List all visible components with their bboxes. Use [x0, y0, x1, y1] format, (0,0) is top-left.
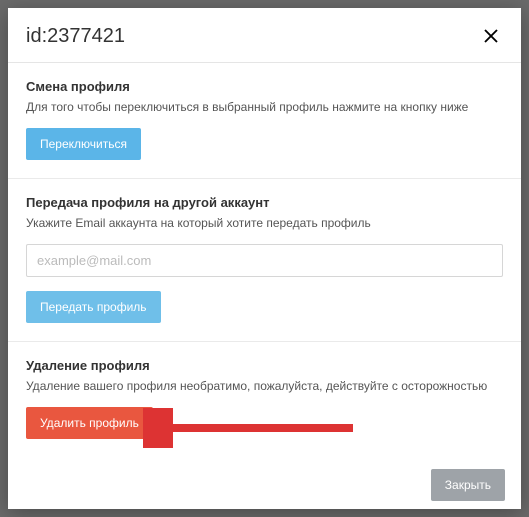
profile-modal: id:2377421 Смена профиля Для того чтобы … — [8, 8, 521, 509]
delete-button[interactable]: Удалить профиль — [26, 407, 153, 439]
modal-body: Смена профиля Для того чтобы переключить… — [8, 63, 521, 457]
transfer-profile-section: Передача профиля на другой аккаунт Укажи… — [8, 179, 521, 342]
delete-profile-section: Удаление профиля Удаление вашего профиля… — [8, 342, 521, 457]
delete-title: Удаление профиля — [26, 358, 503, 373]
modal-title: id:2377421 — [26, 25, 125, 48]
transfer-button[interactable]: Передать профиль — [26, 291, 161, 323]
x-icon — [482, 27, 500, 45]
modal-header: id:2377421 — [8, 8, 521, 63]
switch-desc: Для того чтобы переключиться в выбранный… — [26, 100, 503, 114]
delete-desc: Удаление вашего профиля необратимо, пожа… — [26, 379, 503, 393]
modal-footer: Закрыть — [8, 457, 521, 515]
email-field[interactable] — [26, 244, 503, 277]
transfer-title: Передача профиля на другой аккаунт — [26, 195, 503, 210]
close-icon[interactable] — [479, 24, 503, 48]
switch-title: Смена профиля — [26, 79, 503, 94]
switch-profile-section: Смена профиля Для того чтобы переключить… — [8, 63, 521, 179]
close-button[interactable]: Закрыть — [431, 469, 505, 501]
transfer-desc: Укажите Email аккаунта на который хотите… — [26, 216, 503, 230]
switch-button[interactable]: Переключиться — [26, 128, 141, 160]
